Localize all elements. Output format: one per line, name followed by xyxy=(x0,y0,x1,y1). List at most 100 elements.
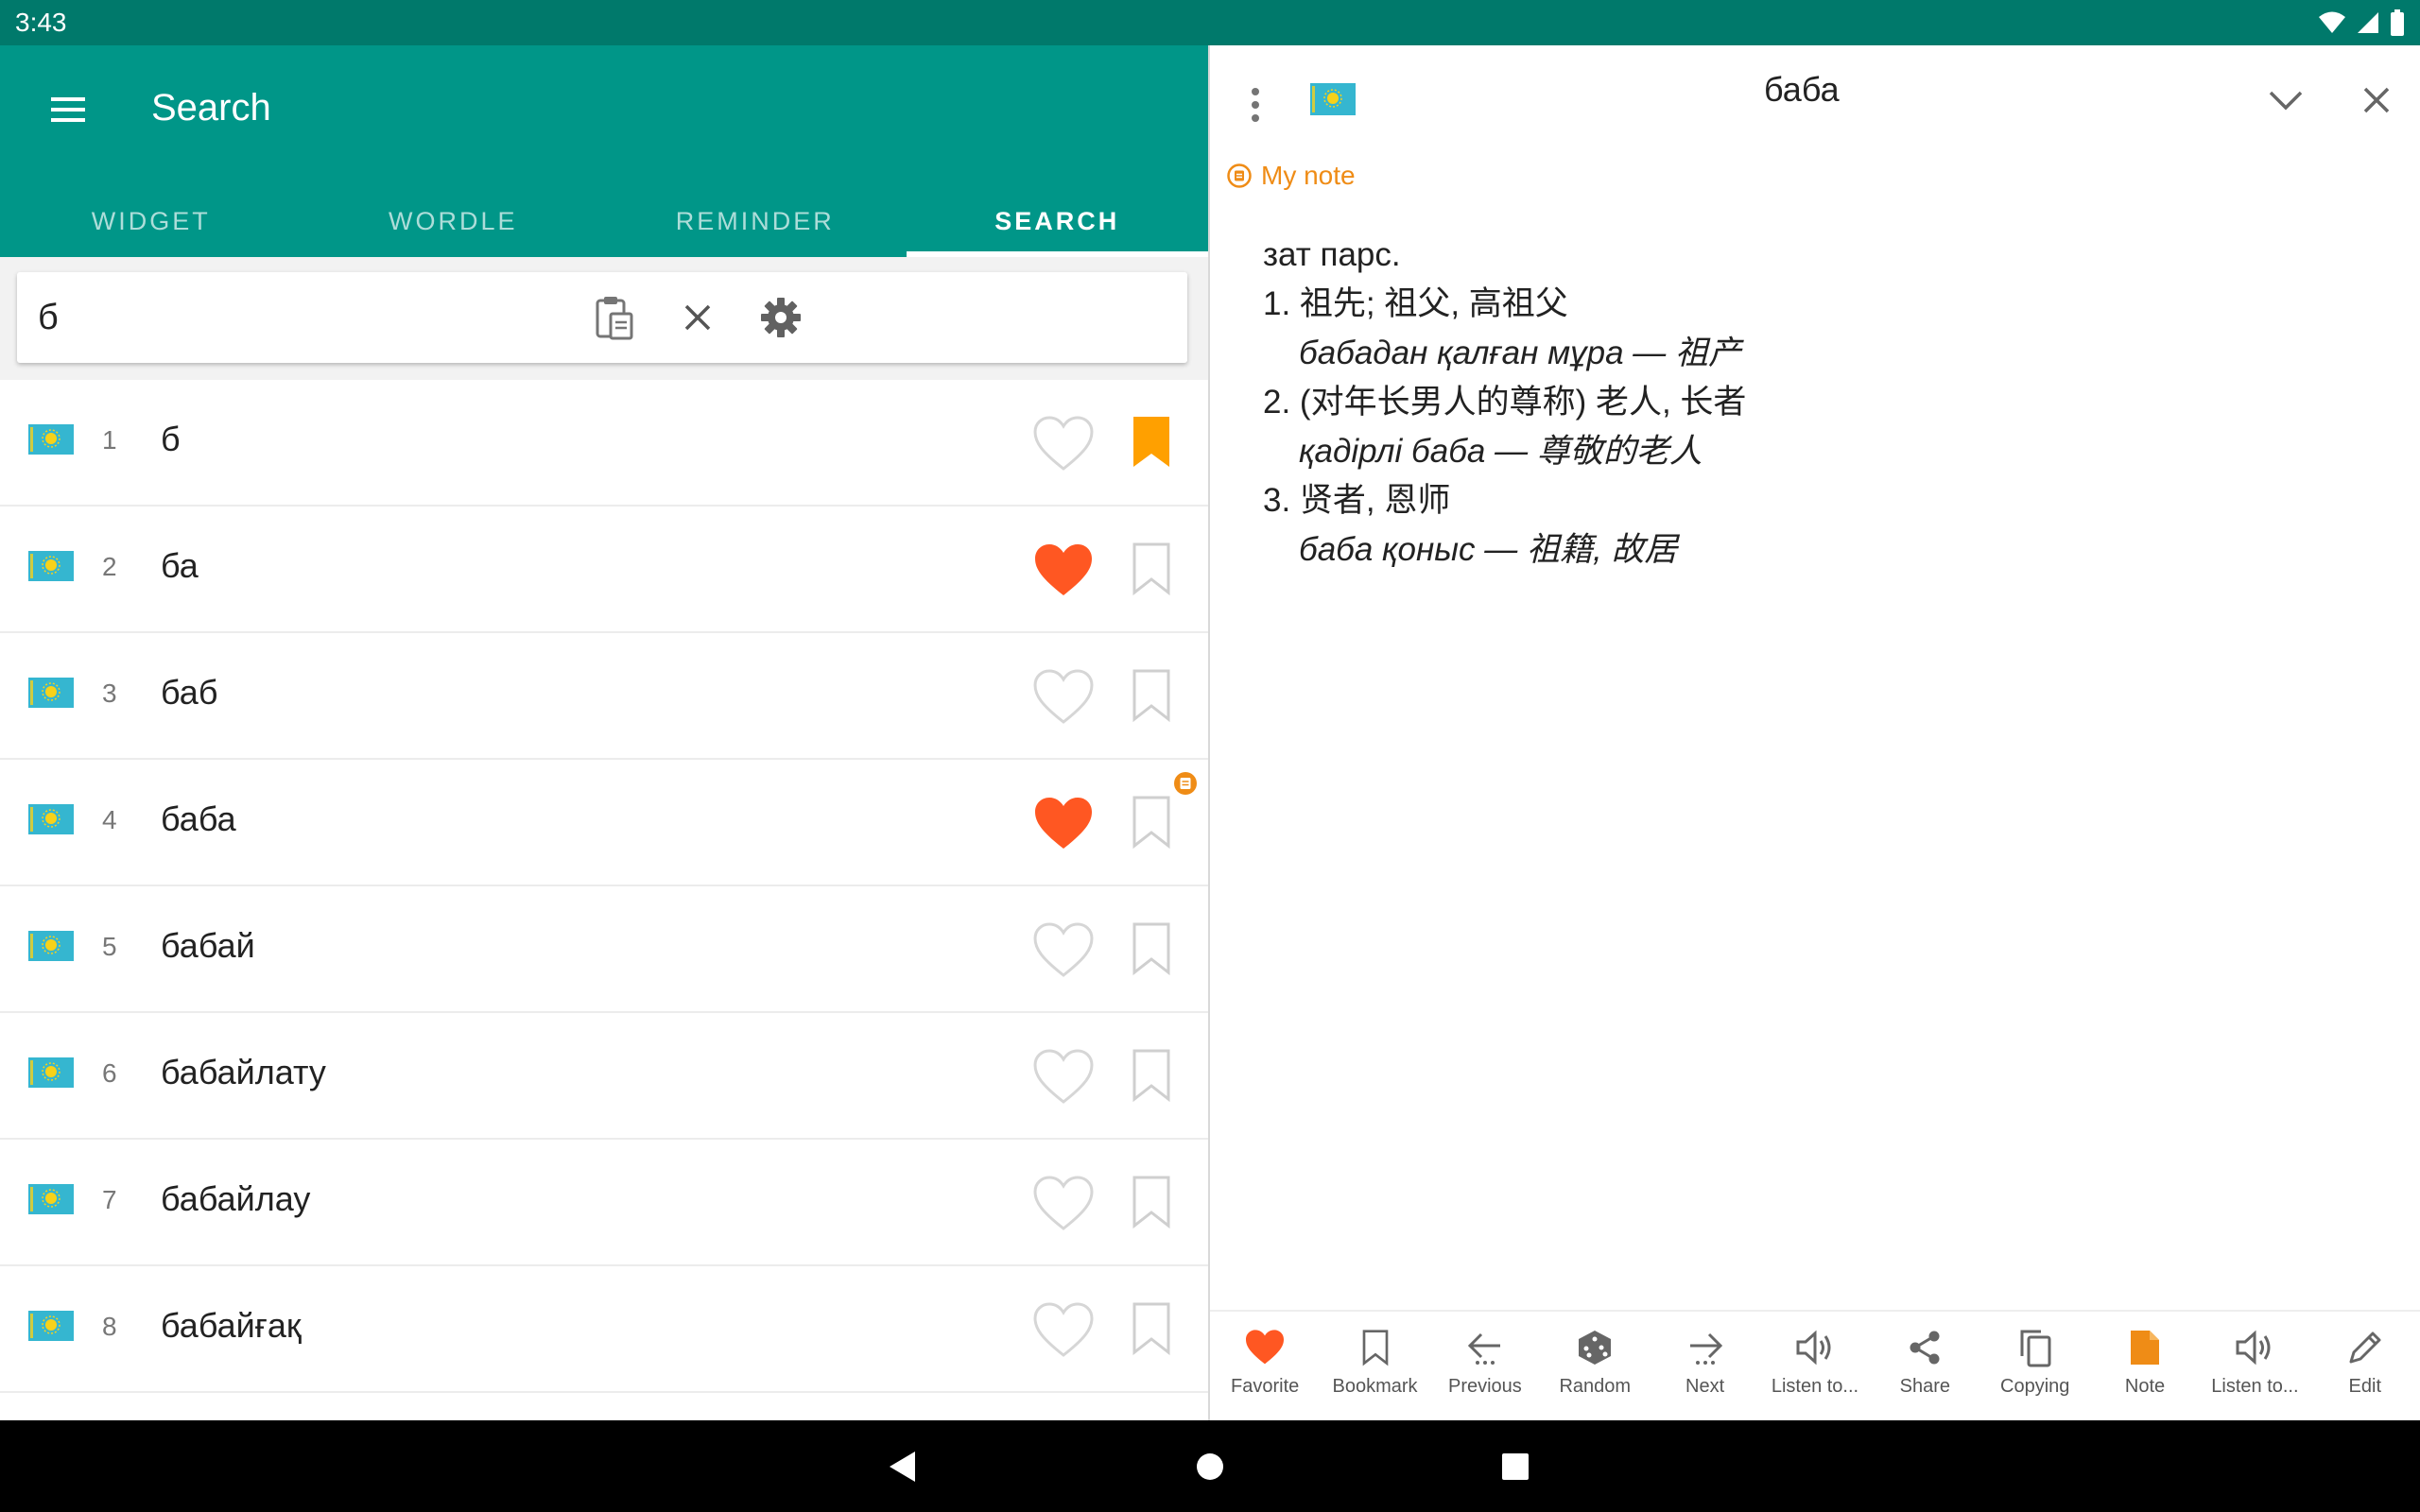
share-icon xyxy=(1910,1331,1940,1365)
definition: зат парс. 1. 祖先; 祖父, 高祖父 бабадан қалған … xyxy=(1263,231,1746,575)
home-circle-icon xyxy=(1197,1453,1223,1480)
close-icon xyxy=(684,304,711,331)
list-item[interactable]: 4 баба xyxy=(0,760,1208,886)
copy-button[interactable]: Copying xyxy=(1980,1312,2090,1420)
status-icons xyxy=(2318,9,2405,36)
definition-sense: 3. 贤者, 恩师 xyxy=(1263,482,1451,519)
list-item[interactable]: 5 бабай xyxy=(0,886,1208,1013)
item-word: бабайғақ xyxy=(161,1306,302,1345)
kazakhstan-flag-icon xyxy=(28,1184,74,1214)
home-button[interactable] xyxy=(1186,1443,1234,1490)
kazakhstan-flag-icon xyxy=(28,551,74,581)
bookmark-outline-icon[interactable] xyxy=(1131,541,1172,597)
back-button[interactable] xyxy=(879,1443,926,1490)
item-number: 7 xyxy=(102,1185,117,1214)
heart-outline-icon[interactable] xyxy=(1032,669,1095,726)
item-number: 8 xyxy=(102,1312,117,1341)
speaker-icon xyxy=(2236,1330,2271,1366)
list-item[interactable]: 3 баб xyxy=(0,633,1208,760)
tab-reminder[interactable]: REMINDER xyxy=(604,185,907,257)
kazakhstan-flag-icon xyxy=(28,678,74,708)
item-number: 6 xyxy=(102,1058,117,1088)
note-badge-icon xyxy=(1174,772,1197,795)
bookmark-icon xyxy=(1362,1330,1388,1366)
bookmark-filled-icon[interactable] xyxy=(1131,414,1172,471)
next-button[interactable]: Next xyxy=(1650,1312,1759,1420)
note-button[interactable]: Note xyxy=(2090,1312,2200,1420)
tab-widget[interactable]: WIDGET xyxy=(0,185,302,257)
recents-button[interactable] xyxy=(1492,1443,1539,1490)
listen-button[interactable]: Listen to... xyxy=(1760,1312,1870,1420)
listen-button-2[interactable]: Listen to... xyxy=(2200,1312,2309,1420)
kazakhstan-flag-icon xyxy=(28,1057,74,1088)
action-toolbar: Favorite Bookmark Previous Random Next L… xyxy=(1210,1310,2420,1420)
definition-sense: 1. 祖先; 祖父, 高祖父 xyxy=(1263,285,1568,322)
kazakhstan-flag-icon xyxy=(28,804,74,834)
item-word: б xyxy=(161,420,181,458)
my-note-link[interactable]: My note xyxy=(1227,161,1356,191)
clear-search-button[interactable] xyxy=(671,291,724,344)
definition-pos: зат парс. xyxy=(1263,236,1401,273)
bookmark-outline-icon[interactable] xyxy=(1131,1174,1172,1230)
heart-outline-icon[interactable] xyxy=(1032,922,1095,979)
heart-filled-icon[interactable] xyxy=(1032,796,1095,852)
tab-search[interactable]: SEARCH xyxy=(906,185,1209,257)
bookmark-outline-icon[interactable] xyxy=(1131,794,1172,850)
heart-outline-icon[interactable] xyxy=(1032,1176,1095,1232)
list-item[interactable]: 7 бабайлау xyxy=(0,1140,1208,1266)
heart-outline-icon[interactable] xyxy=(1032,1302,1095,1359)
detail-pane: баба My note зат парс. 1. 祖先; 祖父, 高祖父 ба… xyxy=(1210,45,2420,1420)
list-item[interactable]: 1 б xyxy=(0,380,1208,507)
kazakhstan-flag-icon xyxy=(28,931,74,961)
item-number: 4 xyxy=(102,805,117,834)
tab-wordle[interactable]: WORDLE xyxy=(302,185,605,257)
chevron-down-icon xyxy=(2269,91,2303,111)
heart-filled-icon[interactable] xyxy=(1032,542,1095,599)
previous-button[interactable]: Previous xyxy=(1430,1312,1540,1420)
word-list: 1 б 2 ба 3 баб 4 баба 5 бабай 6 бабайлат… xyxy=(0,380,1208,1393)
cell-signal-icon xyxy=(2358,12,2378,33)
favorite-button[interactable]: Favorite xyxy=(1210,1312,1320,1420)
close-detail-button[interactable] xyxy=(2350,74,2403,127)
bookmark-button[interactable]: Bookmark xyxy=(1320,1312,1429,1420)
heart-outline-icon[interactable] xyxy=(1032,416,1095,472)
navigation-bar xyxy=(0,1420,2420,1512)
list-item[interactable]: 8 бабайғақ xyxy=(0,1266,1208,1393)
definition-sense: 2. (对年长男人的尊称) 老人, 长者 xyxy=(1263,384,1747,421)
bookmark-outline-icon[interactable] xyxy=(1131,920,1172,977)
item-number: 1 xyxy=(102,425,117,455)
bookmark-outline-icon[interactable] xyxy=(1131,1300,1172,1357)
bookmark-outline-icon[interactable] xyxy=(1131,667,1172,724)
bookmark-outline-icon[interactable] xyxy=(1131,1047,1172,1104)
status-bar: 3:43 xyxy=(0,0,2420,45)
more-options-button[interactable] xyxy=(1229,74,1282,136)
gear-icon xyxy=(761,298,801,337)
collapse-button[interactable] xyxy=(2259,74,2312,127)
search-area xyxy=(0,257,1208,380)
item-word: бабай xyxy=(161,926,255,965)
item-word: ба xyxy=(161,546,199,585)
recents-square-icon xyxy=(1502,1453,1529,1480)
item-number: 5 xyxy=(102,932,117,961)
item-word: баб xyxy=(161,673,218,712)
menu-button[interactable] xyxy=(42,83,95,136)
paste-button[interactable] xyxy=(588,291,641,344)
battery-icon xyxy=(2391,9,2404,36)
item-number: 3 xyxy=(102,679,117,708)
heart-outline-icon[interactable] xyxy=(1032,1049,1095,1106)
search-settings-button[interactable] xyxy=(754,291,807,344)
list-item[interactable]: 2 ба xyxy=(0,507,1208,633)
pencil-icon xyxy=(2349,1332,2381,1364)
dice-icon xyxy=(1579,1331,1612,1365)
list-item[interactable]: 6 бабайлату xyxy=(0,1013,1208,1140)
random-button[interactable]: Random xyxy=(1540,1312,1650,1420)
item-word: бабайлау xyxy=(161,1179,311,1218)
share-button[interactable]: Share xyxy=(1870,1312,1979,1420)
edit-button[interactable]: Edit xyxy=(2310,1312,2420,1420)
kazakhstan-flag-icon xyxy=(1310,83,1356,115)
hamburger-icon xyxy=(51,97,85,122)
note-icon xyxy=(2131,1331,2160,1365)
definition-example: қадірлі баба — 尊敬的老人 xyxy=(1299,433,1703,470)
tab-bar: WIDGET WORDLE REMINDER SEARCH xyxy=(0,185,1208,257)
close-icon xyxy=(2363,87,2390,113)
